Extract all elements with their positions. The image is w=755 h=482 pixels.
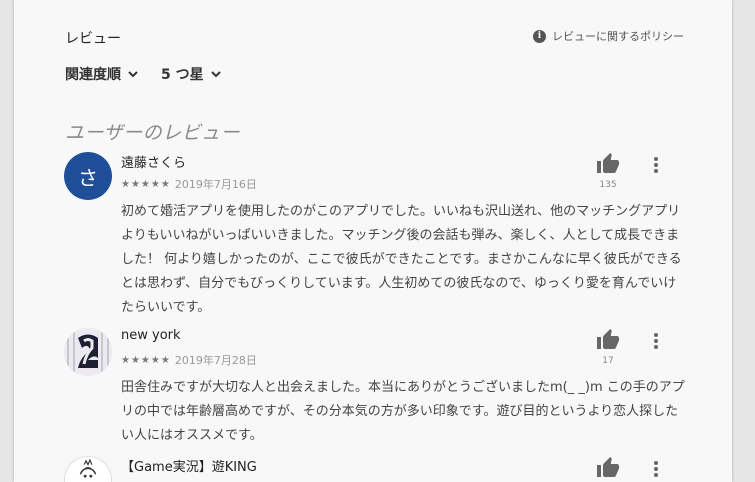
user-reviews-heading: ユーザーのレビュー [65,122,241,144]
section-header-title: レビュー [65,31,121,47]
reviews-card: レビュー i レビューに関するポリシー 関連度順 5 つ星 ユーザーのレビュー … [14,0,732,482]
info-icon: i [533,29,546,43]
more-vert-icon-dot [654,473,658,477]
review-author: 遠藤さくら [121,156,187,171]
avatar [64,328,112,376]
more-vert-icon-dot [654,169,658,173]
avatar [64,456,112,482]
review-author: 【Game実況】遊KING [121,460,257,475]
more-options-button[interactable] [648,330,664,352]
review-date: 2019年7月16日 [174,178,257,191]
helpful-button[interactable] [594,456,622,482]
more-vert-icon-dot [654,339,658,343]
review-author: new york [121,328,181,343]
review-text: 田舎住みですが大切な人と出会えました。本当にありがとうございましたm(_ _)m… [121,380,685,443]
helpful-button[interactable]: 135 [594,152,622,190]
chevron-down-icon [210,71,221,78]
more-vert-icon-dot [654,467,658,471]
star-rating: ★★★★★ [121,354,171,366]
sort-dropdown-label: 関連度順 [65,67,121,83]
helpful-button[interactable]: 17 [594,328,622,366]
review-policy-link[interactable]: i レビューに関するポリシー [533,28,684,44]
more-options-button[interactable] [648,458,664,480]
avatar: さ [64,152,112,200]
more-vert-icon-dot [654,163,658,167]
user-photo-icon [64,328,112,376]
review-meta: ★★★★★ 2019年7月16日 [121,176,257,192]
thumbs-up-icon [597,457,619,477]
more-vert-icon [654,333,658,337]
helpful-count: 17 [602,356,614,366]
more-vert-icon [654,461,658,465]
review-policy-label: レビューに関するポリシー [552,30,684,43]
star-rating: ★★★★★ [121,178,171,190]
rating-dropdown-label: 5 つ星 [161,67,204,83]
more-vert-icon [654,157,658,161]
chevron-down-icon [128,71,138,78]
thumbs-up-icon [597,153,619,173]
rating-dropdown[interactable]: 5 つ星 [161,64,222,84]
thumbs-up-icon [597,329,619,349]
review-date: 2019年7月28日 [174,354,257,367]
user-photo-icon [65,457,111,482]
review-text: 初めて婚活アプリを使用したのがこのアプリでした。いいねも沢山送れ、他のマッチング… [121,204,682,315]
avatar-initial: さ [78,165,98,190]
helpful-count: 135 [599,180,617,190]
filter-bar: 関連度順 5 つ星 [65,64,222,84]
more-vert-icon-dot [654,345,658,349]
review-meta: ★★★★★ 2019年7月28日 [121,352,257,368]
sort-dropdown[interactable]: 関連度順 [65,64,139,84]
more-options-button[interactable] [648,154,664,176]
